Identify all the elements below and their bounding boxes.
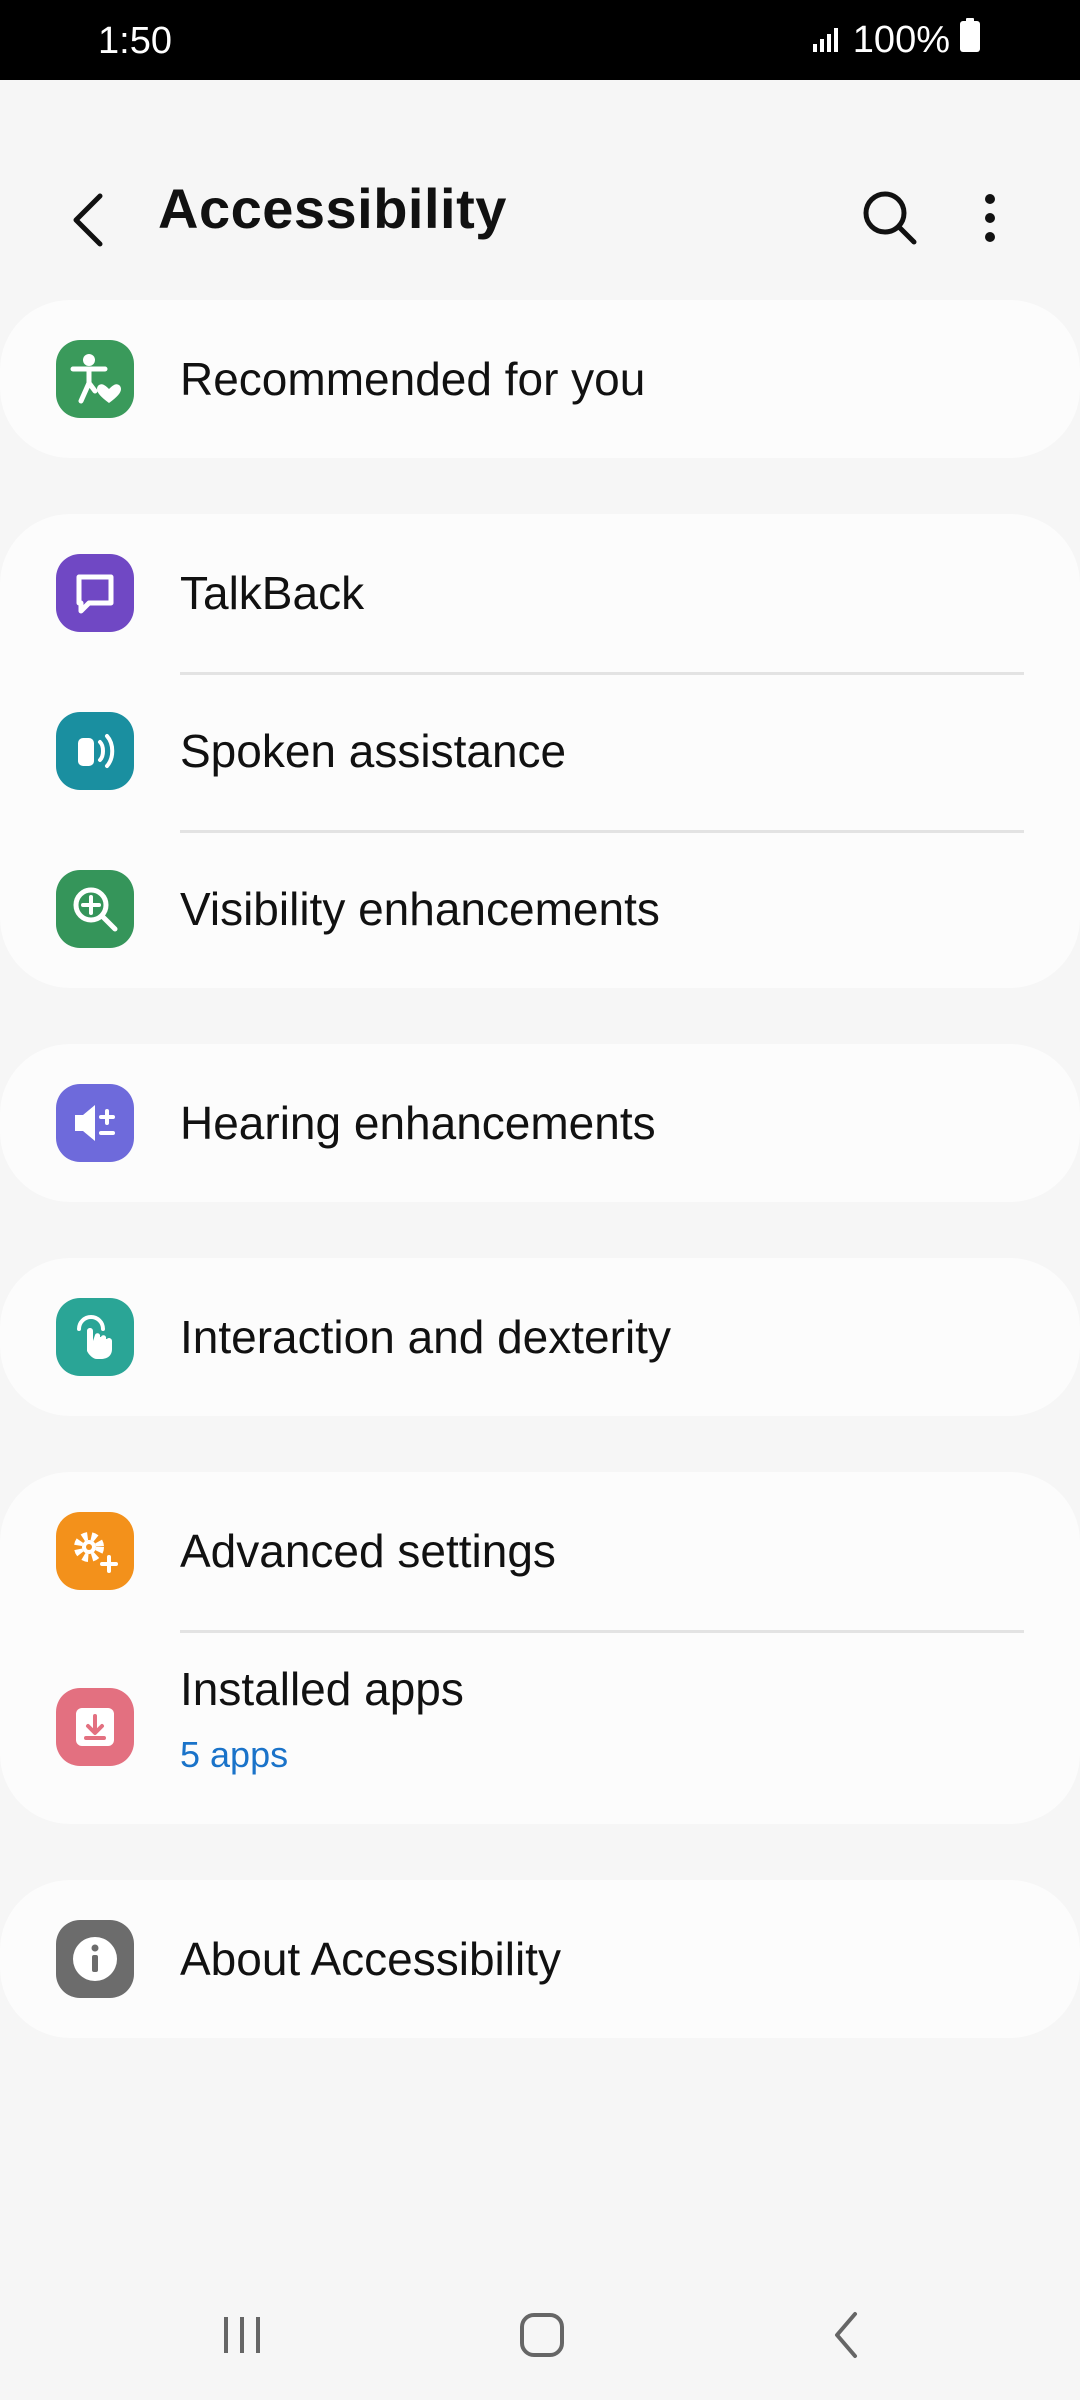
recent-apps-button[interactable] <box>192 2290 292 2380</box>
zoom-in-icon <box>56 870 134 948</box>
row-recommended[interactable]: Recommended for you <box>0 300 1080 458</box>
row-about-accessibility[interactable]: About Accessibility <box>0 1880 1080 2038</box>
card-about: About Accessibility <box>0 1880 1080 2038</box>
volume-plus-minus-icon <box>56 1084 134 1162</box>
search-icon <box>863 191 917 245</box>
chat-bubble-icon <box>56 554 134 632</box>
row-label: Installed apps <box>180 1663 464 1715</box>
card-advanced: Advanced settings Installed apps 5 apps <box>0 1472 1080 1824</box>
status-right: 100% <box>812 18 980 62</box>
download-icon <box>56 1688 134 1766</box>
row-label: Interaction and dexterity <box>180 1311 671 1363</box>
battery-percent: 100% <box>852 18 950 61</box>
row-label: Hearing enhancements <box>180 1097 656 1149</box>
row-label: TalkBack <box>180 567 365 619</box>
navigation-bar <box>0 2270 1080 2400</box>
gear-plus-icon <box>56 1512 134 1590</box>
card-vision: TalkBack Spoken assistance Visibility en… <box>0 514 1080 988</box>
touch-hand-icon <box>56 1298 134 1376</box>
back-arrow-icon <box>835 2312 857 2358</box>
back-button[interactable] <box>58 180 118 260</box>
card-hearing: Hearing enhancements <box>0 1044 1080 1202</box>
accessibility-person-icon <box>56 340 134 418</box>
row-label: Advanced settings <box>180 1525 556 1577</box>
card-interaction: Interaction and dexterity <box>0 1258 1080 1416</box>
status-bar: 1:50 100% <box>0 0 1080 80</box>
home-icon <box>520 2313 564 2357</box>
search-button[interactable] <box>850 178 930 258</box>
row-spoken-assistance[interactable]: Spoken assistance <box>0 672 1080 830</box>
system-back-button[interactable] <box>796 2290 896 2380</box>
recents-icon <box>224 2317 260 2353</box>
row-label: Recommended for you <box>180 353 646 405</box>
row-interaction-dexterity[interactable]: Interaction and dexterity <box>0 1258 1080 1416</box>
more-options-button[interactable] <box>955 178 1025 258</box>
speaker-waves-icon <box>56 712 134 790</box>
row-label: Visibility enhancements <box>180 883 660 935</box>
home-button[interactable] <box>492 2290 592 2380</box>
page-title: Accessibility <box>158 177 507 240</box>
row-advanced-settings[interactable]: Advanced settings <box>0 1472 1080 1630</box>
card-recommended: Recommended for you <box>0 300 1080 458</box>
row-subtext: 5 apps <box>180 1734 289 1775</box>
row-label: Spoken assistance <box>180 725 567 777</box>
more-vertical-icon <box>985 194 995 242</box>
row-visibility-enhancements[interactable]: Visibility enhancements <box>0 830 1080 988</box>
row-installed-apps[interactable]: Installed apps 5 apps <box>0 1630 1080 1824</box>
row-hearing-enhancements[interactable]: Hearing enhancements <box>0 1044 1080 1202</box>
chevron-left-icon <box>73 193 103 247</box>
battery-icon <box>960 18 980 62</box>
status-time: 1:50 <box>98 20 172 62</box>
row-label: About Accessibility <box>180 1933 561 1985</box>
row-talkback[interactable]: TalkBack <box>0 514 1080 672</box>
signal-icon <box>812 19 843 62</box>
info-icon <box>56 1920 134 1998</box>
